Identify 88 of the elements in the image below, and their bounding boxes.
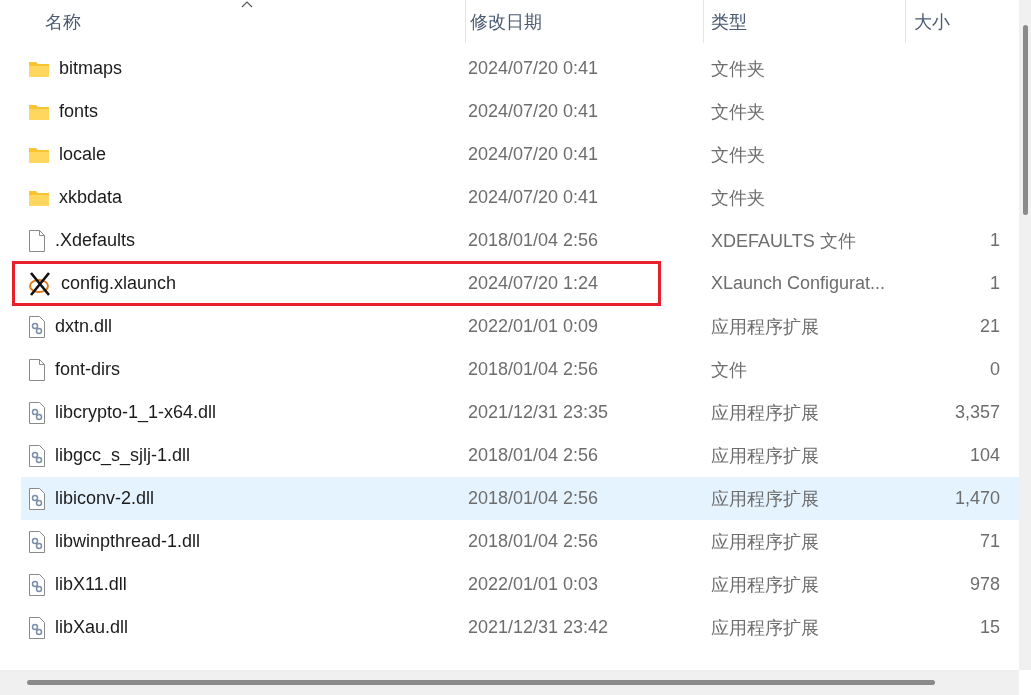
file-row[interactable]: libiconv-2.dll 2018/01/04 2:56 应用程序扩展 1,470 — [21, 477, 1019, 520]
gear-file-icon — [28, 401, 46, 424]
vertical-scrollbar[interactable] — [1019, 0, 1031, 670]
file-row[interactable]: config.xlaunch 2024/07/20 1:24 XLaunch Configurat... 1 — [21, 262, 1019, 305]
file-type: 文件 — [711, 359, 747, 380]
gear-file-icon — [28, 573, 46, 596]
file-name: libwinpthread-1.dll — [55, 531, 201, 552]
file-type: 应用程序扩展 — [711, 445, 819, 466]
file-type: 文件夹 — [711, 58, 765, 79]
gear-file-icon — [28, 487, 46, 510]
file-name: libiconv-2.dll — [55, 488, 155, 509]
file-name: font-dirs — [55, 359, 121, 380]
gear-file-icon — [28, 315, 46, 338]
file-size: 21 — [979, 316, 1000, 336]
file-name: config.xlaunch — [61, 273, 177, 294]
file-row[interactable]: bitmaps 2024/07/20 0:41 文件夹 — [21, 47, 1019, 90]
column-header[interactable]: 修改日期 — [470, 9, 542, 34]
scrollbar-thumb[interactable] — [1023, 25, 1028, 215]
modified-date: 2018/01/04 2:56 — [468, 531, 599, 551]
file-type: 文件夹 — [711, 144, 765, 165]
column-header[interactable]: 名称 — [45, 9, 81, 34]
file-name: xkbdata — [59, 187, 123, 208]
file-row[interactable]: xkbdata 2024/07/20 0:41 文件夹 — [21, 176, 1019, 219]
folder-icon — [28, 59, 50, 78]
file-size: 15 — [979, 617, 1000, 637]
file-size: 3,357 — [954, 402, 1000, 422]
modified-date: 2018/01/04 2:56 — [468, 230, 599, 250]
file-row[interactable]: libcrypto-1_1-x64.dll 2021/12/31 23:35 应用程序扩展 3,357 — [21, 391, 1019, 434]
file-row[interactable]: fonts 2024/07/20 0:41 文件夹 — [21, 90, 1019, 133]
file-type: 应用程序扩展 — [711, 617, 819, 638]
file-type: 应用程序扩展 — [711, 488, 819, 509]
file-size: 978 — [969, 574, 1000, 594]
file-row[interactable]: font-dirs 2018/01/04 2:56 文件 0 — [21, 348, 1019, 391]
file-row[interactable]: .Xdefaults 2018/01/04 2:56 XDEFAULTS 文件 1 — [21, 219, 1019, 262]
modified-date: 2021/12/31 23:42 — [468, 617, 609, 637]
scrollbar-thumb[interactable] — [27, 680, 935, 685]
file-name: libgcc_s_sjlj-1.dll — [55, 445, 191, 466]
modified-date: 2024/07/20 0:41 — [468, 101, 599, 121]
file-size: 71 — [979, 531, 1000, 551]
modified-date: 2022/01/01 0:09 — [468, 316, 599, 336]
modified-date: 2024/07/20 0:41 — [468, 58, 599, 78]
modified-date: 2022/01/01 0:03 — [468, 574, 599, 594]
file-type: 文件夹 — [711, 187, 765, 208]
file-icon — [28, 358, 46, 381]
file-icon — [28, 229, 46, 252]
gear-file-icon — [28, 616, 46, 639]
file-name: .Xdefaults — [55, 230, 136, 251]
modified-date: 2024/07/20 0:41 — [468, 144, 599, 164]
file-size: 1,470 — [954, 488, 1000, 508]
file-size: 104 — [969, 445, 1000, 465]
folder-icon — [28, 145, 50, 164]
modified-date: 2018/01/04 2:56 — [468, 445, 599, 465]
file-type: 应用程序扩展 — [711, 574, 819, 595]
column-header[interactable]: 类型 — [711, 9, 747, 34]
file-size: 1 — [990, 230, 1000, 250]
file-name: bitmaps — [59, 58, 123, 79]
file-type: 应用程序扩展 — [711, 316, 819, 337]
file-row[interactable]: libwinpthread-1.dll 2018/01/04 2:56 应用程序扩展 71 — [21, 520, 1019, 563]
file-row[interactable]: libX11.dll 2022/01/01 0:03 应用程序扩展 978 — [21, 563, 1019, 606]
file-type: 文件夹 — [711, 101, 765, 122]
gear-file-icon — [28, 444, 46, 467]
file-type: XLaunch Configurat... — [711, 273, 886, 293]
file-size: 0 — [990, 359, 1000, 379]
file-size: 1 — [990, 273, 1000, 293]
modified-date: 2021/12/31 23:35 — [468, 402, 609, 422]
file-type: 应用程序扩展 — [711, 531, 819, 552]
file-type: XDEFAULTS 文件 — [711, 230, 856, 251]
column-header[interactable]: 大小 — [914, 9, 950, 34]
file-row[interactable]: libXau.dll 2021/12/31 23:42 应用程序扩展 15 — [21, 606, 1019, 649]
file-row[interactable]: libgcc_s_sjlj-1.dll 2018/01/04 2:56 应用程序扩展 104 — [21, 434, 1019, 477]
folder-icon — [28, 188, 50, 207]
modified-date: 2018/01/04 2:56 — [468, 359, 599, 379]
file-row[interactable]: locale 2024/07/20 0:41 文件夹 — [21, 133, 1019, 176]
modified-date: 2024/07/20 1:24 — [468, 273, 599, 293]
x-logo-icon — [28, 271, 52, 296]
modified-date: 2018/01/04 2:56 — [468, 488, 599, 508]
file-name: libX11.dll — [55, 574, 127, 595]
gear-file-icon — [28, 530, 46, 553]
modified-date: 2024/07/20 0:41 — [468, 187, 599, 207]
file-name: libcrypto-1_1-x64.dll — [55, 402, 217, 423]
file-name: dxtn.dll — [55, 316, 113, 337]
file-name: fonts — [59, 101, 99, 122]
folder-icon — [28, 102, 50, 121]
file-row[interactable]: dxtn.dll 2022/01/01 0:09 应用程序扩展 21 — [21, 305, 1019, 348]
file-type: 应用程序扩展 — [711, 402, 819, 423]
horizontal-scrollbar[interactable] — [0, 670, 1019, 695]
file-name: libXau.dll — [55, 617, 129, 638]
file-name: locale — [59, 144, 107, 165]
